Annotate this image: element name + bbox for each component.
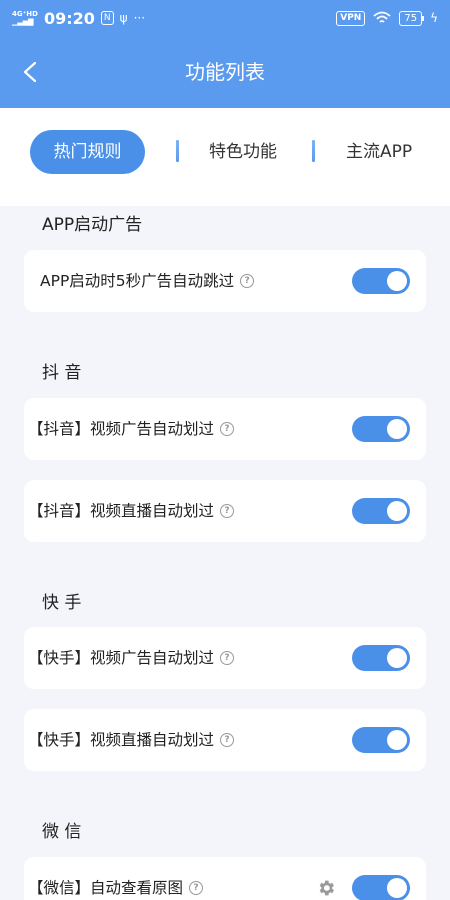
rule-label: 【抖音】视频广告自动划过 [28,420,215,438]
notification-icon: N [100,11,114,25]
list-item: 【快手】视频直播自动划过 ? [24,709,426,771]
tab-main-apps[interactable]: 主流APP [346,130,412,174]
help-icon[interactable]: ? [240,274,255,288]
list-item: 【抖音】视频直播自动划过 ? [24,480,426,542]
list-item: 【快手】视频广告自动划过 ? [24,627,426,689]
gear-icon[interactable] [316,878,336,898]
rule-toggle[interactable] [352,416,410,442]
toggle-knob [387,648,407,668]
chevron-left-icon [23,61,37,83]
help-icon[interactable]: ? [220,651,235,665]
rule-toggle[interactable] [352,498,410,524]
rule-toggle[interactable] [352,268,410,294]
back-button[interactable] [16,58,44,86]
page-title: 功能列表 [185,60,265,84]
help-icon[interactable]: ? [189,881,204,895]
toggle-knob [387,730,407,750]
wifi-icon [373,11,391,23]
signal-icon: 4G⁺HD ▁▃▅▇ [12,10,38,26]
status-bar: 4G⁺HD ▁▃▅▇ 09:20 N ψ ··· VPN 75 ϟ [0,0,450,36]
tab-hot-rules[interactable]: 热门规则 [30,130,145,174]
section-title: 微 信 [42,822,82,842]
tab-divider [176,140,179,162]
tab-special-features[interactable]: 特色功能 [209,130,277,174]
rule-toggle[interactable] [352,875,410,900]
rule-label: APP启动时5秒广告自动跳过 [40,272,235,290]
section-title: 抖 音 [42,363,82,383]
help-icon[interactable]: ? [220,733,235,747]
list-item: 【微信】自动查看原图 ? [24,857,426,900]
toggle-knob [387,501,407,521]
rule-toggle[interactable] [352,645,410,671]
list-item: APP启动时5秒广告自动跳过 ? [24,250,426,312]
help-icon[interactable]: ? [220,422,235,436]
help-icon[interactable]: ? [220,504,235,518]
tab-divider [312,140,315,162]
battery-icon: 75 [399,10,424,26]
rule-label: 【快手】视频直播自动划过 [28,731,215,749]
section-title: APP启动广告 [42,215,143,235]
toggle-knob [387,271,407,291]
rule-label: 【微信】自动查看原图 [28,879,184,897]
clock: 09:20 [43,8,95,28]
tab-bar: 热门规则 特色功能 主流APP [0,108,450,206]
toggle-knob [387,878,407,898]
more-notifications-icon: ··· [133,11,146,25]
header: 功能列表 [0,36,450,108]
toggle-knob [387,419,407,439]
vpn-icon: VPN [336,10,366,26]
list-item: 【抖音】视频广告自动划过 ? [24,398,426,460]
rule-label: 【快手】视频广告自动划过 [28,649,215,667]
rule-label: 【抖音】视频直播自动划过 [28,502,215,520]
charging-icon: ϟ [430,11,438,25]
usb-icon: ψ [119,11,128,25]
rule-toggle[interactable] [352,727,410,753]
section-title: 快 手 [42,593,82,613]
